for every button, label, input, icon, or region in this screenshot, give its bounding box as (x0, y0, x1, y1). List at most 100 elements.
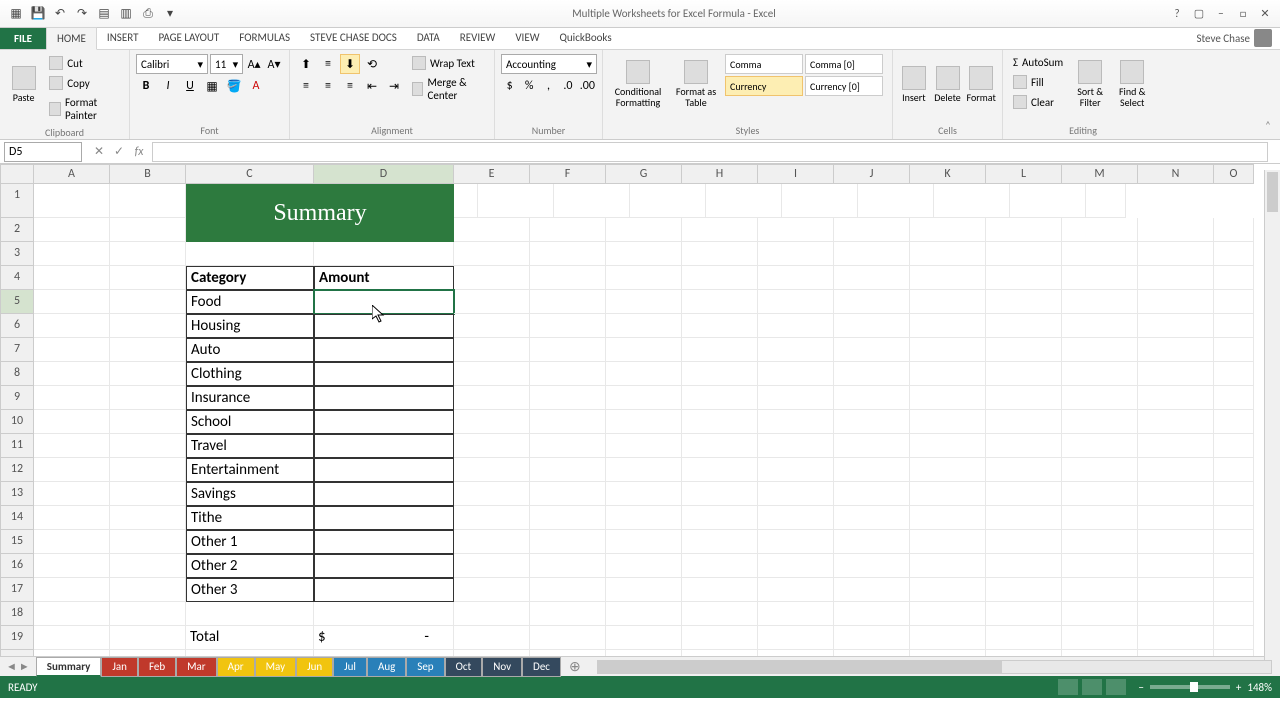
cell-F5[interactable] (530, 290, 606, 314)
zoom-out-icon[interactable]: − (1138, 681, 1143, 694)
cell-L6[interactable] (986, 314, 1062, 338)
font-name-dropdown[interactable]: Calibri▾ (136, 54, 208, 74)
cell-M9[interactable] (1062, 386, 1138, 410)
cell-style-comma0[interactable]: Comma [0] (805, 54, 883, 74)
row-header-2[interactable]: 2 (0, 218, 34, 242)
cell-O1[interactable] (1086, 184, 1126, 218)
cell-M20[interactable] (1062, 650, 1138, 656)
format-cells-button[interactable]: Format (966, 54, 996, 114)
cell-K1[interactable] (782, 184, 858, 218)
align-center-icon[interactable]: ≡ (318, 76, 338, 96)
close-icon[interactable]: ✕ (1256, 5, 1274, 23)
cell-C20[interactable] (186, 650, 314, 656)
worksheet-grid[interactable]: ABCDEFGHIJKLMNO 1Summary234CategoryAmoun… (0, 164, 1280, 656)
cell-I1[interactable] (630, 184, 706, 218)
cell-N12[interactable] (1138, 458, 1214, 482)
cell-B8[interactable] (110, 362, 186, 386)
cell-I4[interactable] (758, 266, 834, 290)
cell-K10[interactable] (910, 410, 986, 434)
increase-font-icon[interactable]: A▴ (245, 54, 263, 74)
cell-E4[interactable] (454, 266, 530, 290)
cell-M19[interactable] (1062, 626, 1138, 650)
increase-indent-icon[interactable]: ⇥ (384, 76, 404, 96)
cell-D8[interactable] (314, 362, 454, 386)
cell-F15[interactable] (530, 530, 606, 554)
sheet-tab-jul[interactable]: Jul (333, 657, 367, 677)
cell-L20[interactable] (986, 650, 1062, 656)
column-header-I[interactable]: I (758, 164, 834, 184)
cell-L17[interactable] (986, 578, 1062, 602)
minimize-icon[interactable]: − (1212, 5, 1230, 23)
cell-D18[interactable] (314, 602, 454, 626)
autosum-button[interactable]: ΣAutoSum (1009, 54, 1067, 71)
cell-M16[interactable] (1062, 554, 1138, 578)
tab-nav-prev-icon[interactable]: ◄ (6, 660, 17, 673)
cell-A13[interactable] (34, 482, 110, 506)
cell-H1[interactable] (554, 184, 630, 218)
cell-B17[interactable] (110, 578, 186, 602)
merge-center-button[interactable]: Merge & Center (408, 74, 488, 104)
align-bottom-icon[interactable]: ⬇ (340, 54, 360, 74)
column-header-F[interactable]: F (530, 164, 606, 184)
cell-C13[interactable]: Savings (186, 482, 314, 506)
cell-B7[interactable] (110, 338, 186, 362)
qat-icon[interactable]: ▾ (162, 6, 178, 22)
qat-icon[interactable]: ▥ (118, 6, 134, 22)
cell-N13[interactable] (1138, 482, 1214, 506)
cell-B10[interactable] (110, 410, 186, 434)
cell-A12[interactable] (34, 458, 110, 482)
cell-G1[interactable] (478, 184, 554, 218)
cell-E8[interactable] (454, 362, 530, 386)
row-header-10[interactable]: 10 (0, 410, 34, 434)
cell-L11[interactable] (986, 434, 1062, 458)
cell-O10[interactable] (1214, 410, 1254, 434)
cell-H4[interactable] (682, 266, 758, 290)
cell-F7[interactable] (530, 338, 606, 362)
cell-F17[interactable] (530, 578, 606, 602)
row-header-8[interactable]: 8 (0, 362, 34, 386)
decrease-indent-icon[interactable]: ⇤ (362, 76, 382, 96)
cell-B14[interactable] (110, 506, 186, 530)
cell-G19[interactable] (606, 626, 682, 650)
cell-C1[interactable]: Summary (186, 184, 454, 242)
cell-L13[interactable] (986, 482, 1062, 506)
cell-E19[interactable] (454, 626, 530, 650)
sheet-tab-sep[interactable]: Sep (406, 657, 444, 677)
paste-button[interactable]: Paste (6, 54, 41, 114)
ribbon-tab-steve-chase-docs[interactable]: STEVE CHASE DOCS (300, 27, 407, 49)
comma-icon[interactable]: , (540, 76, 557, 96)
row-header-20[interactable]: 20 (0, 650, 34, 656)
cell-A9[interactable] (34, 386, 110, 410)
sheet-tab-dec[interactable]: Dec (522, 657, 561, 677)
cell-C15[interactable]: Other 1 (186, 530, 314, 554)
cell-style-currency[interactable]: Currency (725, 76, 803, 96)
increase-decimal-icon[interactable]: .0 (559, 76, 576, 96)
align-middle-icon[interactable]: ≡ (318, 54, 338, 74)
cell-O11[interactable] (1214, 434, 1254, 458)
cell-K16[interactable] (910, 554, 986, 578)
cell-F12[interactable] (530, 458, 606, 482)
cell-L14[interactable] (986, 506, 1062, 530)
cell-O3[interactable] (1214, 242, 1254, 266)
cell-D11[interactable] (314, 434, 454, 458)
cell-F6[interactable] (530, 314, 606, 338)
align-top-icon[interactable]: ⬆ (296, 54, 316, 74)
cell-C4[interactable]: Category (186, 266, 314, 290)
zoom-slider[interactable] (1150, 685, 1230, 689)
cell-G20[interactable] (606, 650, 682, 656)
zoom-in-icon[interactable]: + (1236, 681, 1241, 694)
column-header-G[interactable]: G (606, 164, 682, 184)
cell-K19[interactable] (910, 626, 986, 650)
cell-F8[interactable] (530, 362, 606, 386)
cell-I16[interactable] (758, 554, 834, 578)
cell-N11[interactable] (1138, 434, 1214, 458)
cell-A7[interactable] (34, 338, 110, 362)
cell-E10[interactable] (454, 410, 530, 434)
column-header-M[interactable]: M (1062, 164, 1138, 184)
cell-K2[interactable] (910, 218, 986, 242)
cell-D5[interactable] (314, 290, 454, 314)
cell-H18[interactable] (682, 602, 758, 626)
cell-H8[interactable] (682, 362, 758, 386)
cell-M6[interactable] (1062, 314, 1138, 338)
cell-M7[interactable] (1062, 338, 1138, 362)
